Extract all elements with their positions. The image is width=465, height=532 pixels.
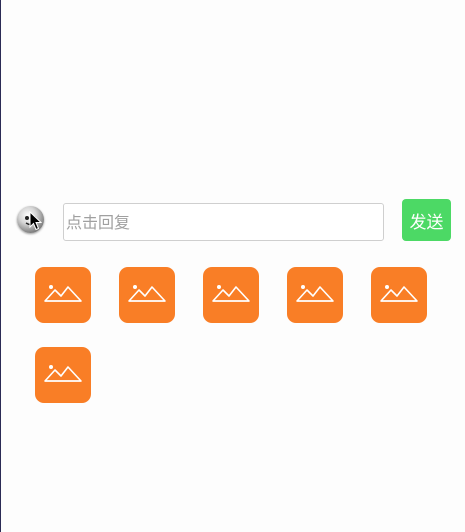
window-left-edge	[0, 0, 1, 532]
reply-input[interactable]	[63, 203, 384, 241]
image-picture-icon	[128, 285, 166, 302]
image-tile[interactable]	[371, 267, 427, 323]
image-tile[interactable]	[287, 267, 343, 323]
mouse-cursor-icon	[29, 211, 43, 231]
image-tile[interactable]	[203, 267, 259, 323]
image-picture-icon	[380, 285, 418, 302]
image-picture-icon	[44, 285, 82, 302]
image-tile[interactable]	[35, 267, 91, 323]
image-tile[interactable]	[119, 267, 175, 323]
send-button[interactable]: 发送	[402, 199, 451, 241]
image-picture-icon	[296, 285, 334, 302]
image-picture-icon	[44, 365, 82, 382]
image-tile[interactable]	[35, 347, 91, 403]
image-picture-icon	[212, 285, 250, 302]
